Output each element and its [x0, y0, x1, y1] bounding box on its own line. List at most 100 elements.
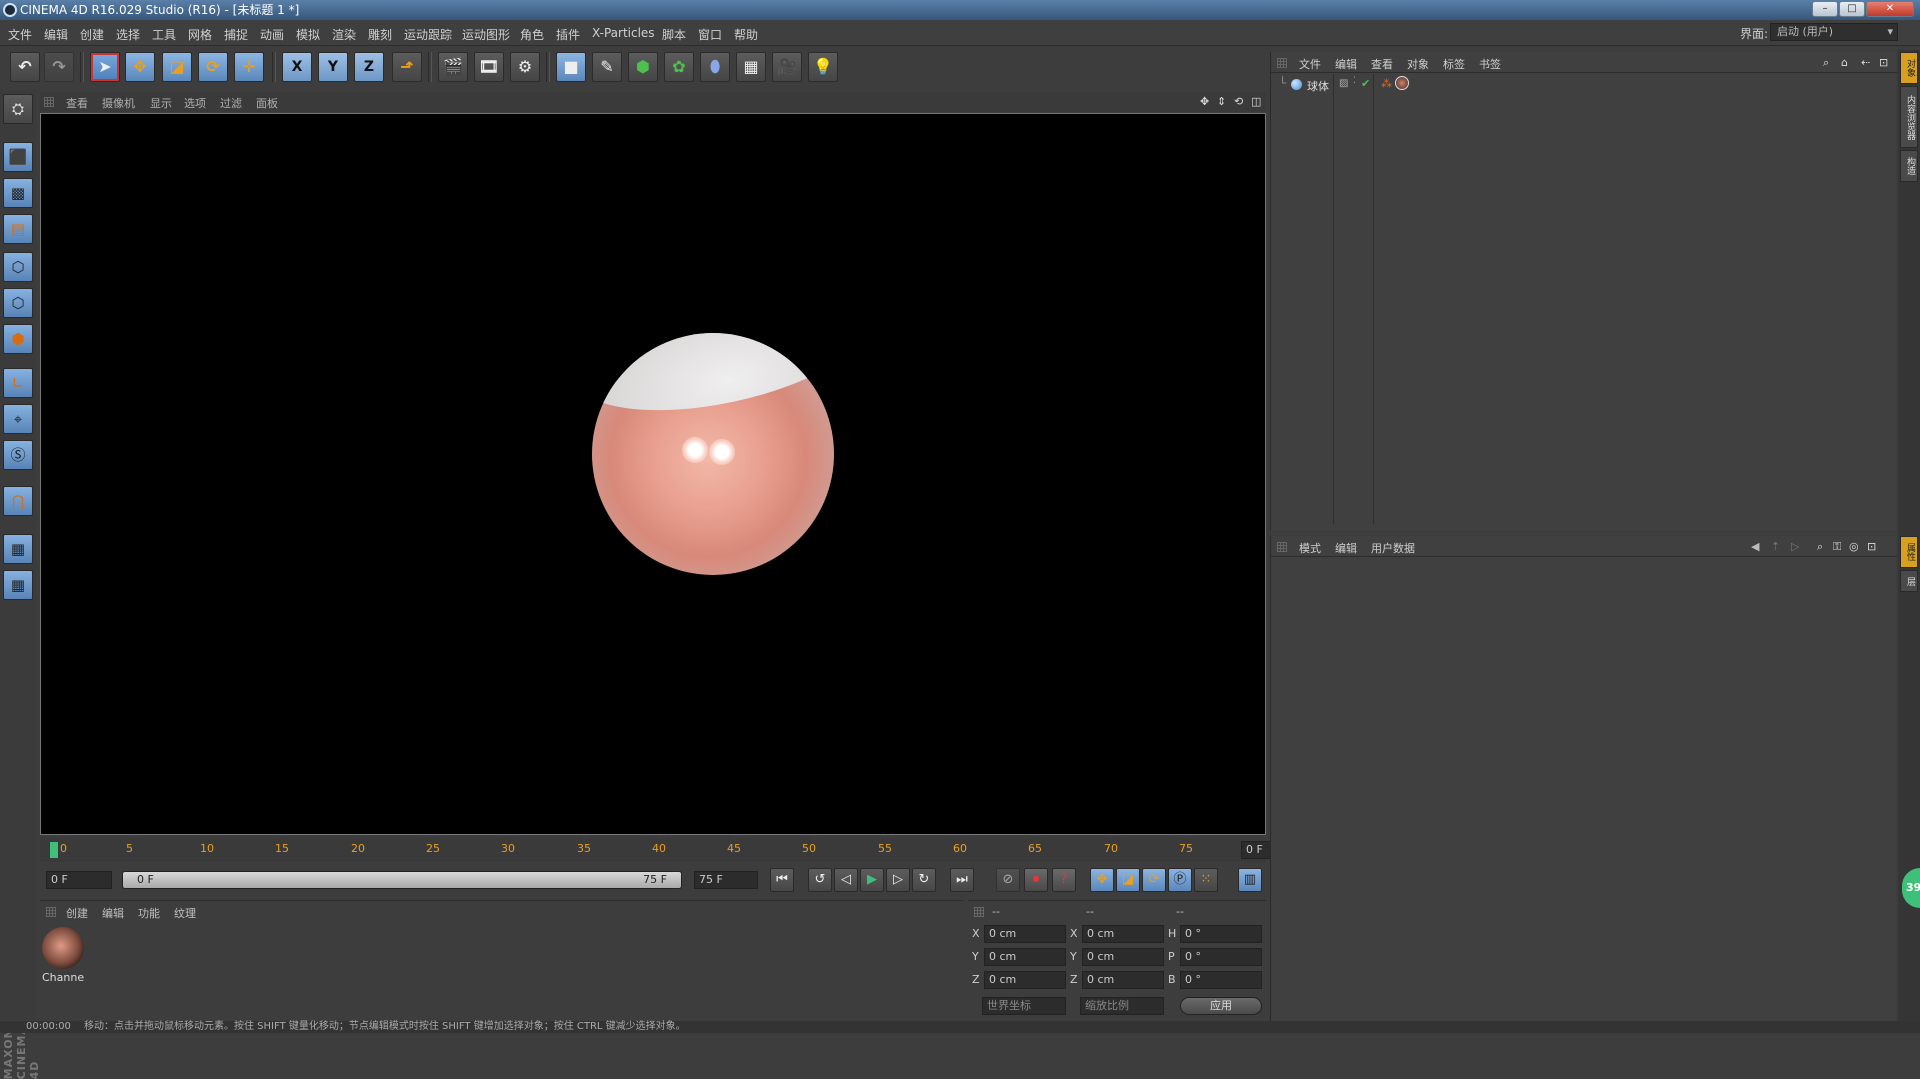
- cube-object-button[interactable]: ■: [556, 52, 586, 82]
- menu-plugins[interactable]: 插件: [556, 26, 580, 43]
- workplane-mode-button[interactable]: ▤: [3, 214, 33, 244]
- max-time-field[interactable]: 75 F: [694, 871, 758, 889]
- go-to-start-button[interactable]: ⏮: [770, 868, 794, 892]
- menu-mograph[interactable]: 运动图形: [462, 26, 510, 43]
- redo-button[interactable]: ↷: [44, 52, 74, 82]
- viewport-menu-view[interactable]: 查看: [66, 95, 88, 111]
- object-menu-objects[interactable]: 对象: [1407, 56, 1429, 72]
- record-keys-button[interactable]: ⊘: [996, 868, 1020, 892]
- menu-edit[interactable]: 编辑: [44, 26, 68, 43]
- snap-button[interactable]: ⋂: [3, 486, 33, 516]
- go-to-end-button[interactable]: ⏭: [950, 868, 974, 892]
- layer-icon[interactable]: ▨: [1339, 78, 1348, 89]
- viewport-rotate-icon[interactable]: ⟲: [1234, 95, 1243, 108]
- forward-arrow-icon[interactable]: ▷: [1791, 540, 1799, 553]
- points-mode-button[interactable]: ⬡: [3, 252, 33, 282]
- model-mode-button[interactable]: ⬛: [3, 142, 33, 172]
- menu-animate[interactable]: 动画: [260, 26, 284, 43]
- rotation-p-field[interactable]: 0 °: [1180, 948, 1262, 966]
- menu-file[interactable]: 文件: [8, 26, 32, 43]
- coordinate-system-button[interactable]: ⬏: [392, 52, 422, 82]
- key-rotation-button[interactable]: ⟳: [1142, 868, 1166, 892]
- subdivision-surface-button[interactable]: ⬢: [628, 52, 658, 82]
- enabled-check-icon[interactable]: ✔: [1361, 77, 1370, 90]
- up-arrow-icon[interactable]: ⇡: [1771, 540, 1780, 553]
- live-selection-button[interactable]: ➤: [90, 52, 120, 82]
- material-tag-icon[interactable]: [1395, 76, 1409, 90]
- close-button[interactable]: ✕: [1866, 1, 1914, 17]
- size-mode-select[interactable]: 缩放比例: [1080, 997, 1164, 1015]
- lock-icon[interactable]: ⚿: [1833, 540, 1841, 554]
- object-menu-edit[interactable]: 编辑: [1335, 56, 1357, 72]
- key-scale-button[interactable]: ◪: [1116, 868, 1140, 892]
- recent-tool-button[interactable]: ✛: [234, 52, 264, 82]
- coordinate-system-select[interactable]: 世界坐标: [982, 997, 1066, 1015]
- rotation-h-field[interactable]: 0 °: [1180, 925, 1262, 943]
- menu-sculpt[interactable]: 雕刻: [368, 26, 392, 43]
- object-menu-view[interactable]: 查看: [1371, 56, 1393, 72]
- tab-objects[interactable]: 对象: [1900, 52, 1918, 84]
- menu-snap[interactable]: 捕捉: [224, 26, 248, 43]
- interface-layout-select[interactable]: 启动 (用户) ▾: [1770, 23, 1898, 41]
- menu-x-particles[interactable]: X-Particles: [592, 26, 655, 40]
- next-frame-button[interactable]: ▷: [886, 868, 910, 892]
- position-x-field[interactable]: 0 cm: [984, 925, 1066, 943]
- time-range-slider[interactable]: 0 F 75 F: [122, 871, 682, 889]
- viewport-zoom-icon[interactable]: ⇕: [1217, 95, 1226, 108]
- playhead-marker[interactable]: [50, 842, 58, 858]
- phong-tag-icon[interactable]: ⁂: [1381, 77, 1392, 90]
- target-icon[interactable]: ◎: [1849, 540, 1859, 553]
- key-position-button[interactable]: ✥: [1090, 868, 1114, 892]
- key-selection-button[interactable]: ?: [1052, 868, 1076, 892]
- menu-character[interactable]: 角色: [520, 26, 544, 43]
- spline-pen-button[interactable]: ✎: [592, 52, 622, 82]
- menu-window[interactable]: 窗口: [698, 26, 722, 43]
- render-view-button[interactable]: 🎬: [438, 52, 468, 82]
- viewport-toggle-layout-icon[interactable]: ◫: [1251, 95, 1261, 108]
- position-z-field[interactable]: 0 cm: [984, 971, 1066, 989]
- menu-create[interactable]: 创建: [80, 26, 104, 43]
- menu-motion-tracking[interactable]: 运动跟踪: [404, 26, 452, 43]
- material-menu-create[interactable]: 创建: [66, 905, 88, 921]
- position-y-field[interactable]: 0 cm: [984, 948, 1066, 966]
- texture-mode-button[interactable]: ▩: [3, 178, 33, 208]
- solo-mode-button[interactable]: Ⓢ: [3, 440, 33, 470]
- size-x-field[interactable]: 0 cm: [1082, 925, 1164, 943]
- minimize-button[interactable]: –: [1812, 1, 1838, 17]
- attribute-menu-edit[interactable]: 编辑: [1335, 540, 1357, 556]
- menu-mesh[interactable]: 网格: [188, 26, 212, 43]
- camera-object-button[interactable]: 🎥: [772, 52, 802, 82]
- viewport-menu-camera[interactable]: 摄像机: [102, 95, 135, 111]
- hierarchy-up-icon[interactable]: ⇠: [1861, 56, 1870, 69]
- search-icon[interactable]: ⌕: [1823, 56, 1829, 70]
- undo-button[interactable]: ↶: [10, 52, 40, 82]
- viewport-pan-icon[interactable]: ✥: [1200, 95, 1209, 108]
- move-tool-button[interactable]: ✥: [125, 52, 155, 82]
- next-key-button[interactable]: ↻: [912, 868, 936, 892]
- x-axis-lock-button[interactable]: X: [282, 52, 312, 82]
- back-arrow-icon[interactable]: ◀: [1751, 540, 1759, 553]
- workplane-align-button[interactable]: ▦: [3, 570, 33, 600]
- play-button[interactable]: ▶: [860, 868, 884, 892]
- polygons-mode-button[interactable]: ⬢: [3, 324, 33, 354]
- apply-button[interactable]: 应用: [1180, 997, 1262, 1015]
- rotation-b-field[interactable]: 0 °: [1180, 971, 1262, 989]
- tab-structure[interactable]: 构造: [1900, 150, 1918, 182]
- axis-mode-button[interactable]: ∟: [3, 368, 33, 398]
- tab-layers[interactable]: 层: [1900, 570, 1918, 592]
- menu-script[interactable]: 脚本: [662, 26, 686, 43]
- size-y-field[interactable]: 0 cm: [1082, 948, 1164, 966]
- tab-attributes[interactable]: 属性: [1900, 536, 1918, 568]
- viewport-3d[interactable]: [40, 113, 1266, 835]
- timeline-window-button[interactable]: ▥: [1238, 868, 1262, 892]
- new-panel-icon[interactable]: ⊡: [1879, 56, 1888, 69]
- key-point-level-button[interactable]: ⁙: [1194, 868, 1218, 892]
- search-icon[interactable]: ⌕: [1817, 540, 1823, 554]
- object-row-sphere[interactable]: └ 球体 ▨ ⁚ ✔ ⁂: [1275, 76, 1893, 94]
- key-parameter-button[interactable]: Ⓟ: [1168, 868, 1192, 892]
- edges-mode-button[interactable]: ⬡: [3, 288, 33, 318]
- render-to-picture-viewer-button[interactable]: 🎞: [474, 52, 504, 82]
- workplane-lock-button[interactable]: ▦: [3, 534, 33, 564]
- floor-object-button[interactable]: ▦: [736, 52, 766, 82]
- attribute-menu-user-data[interactable]: 用户数据: [1371, 540, 1415, 556]
